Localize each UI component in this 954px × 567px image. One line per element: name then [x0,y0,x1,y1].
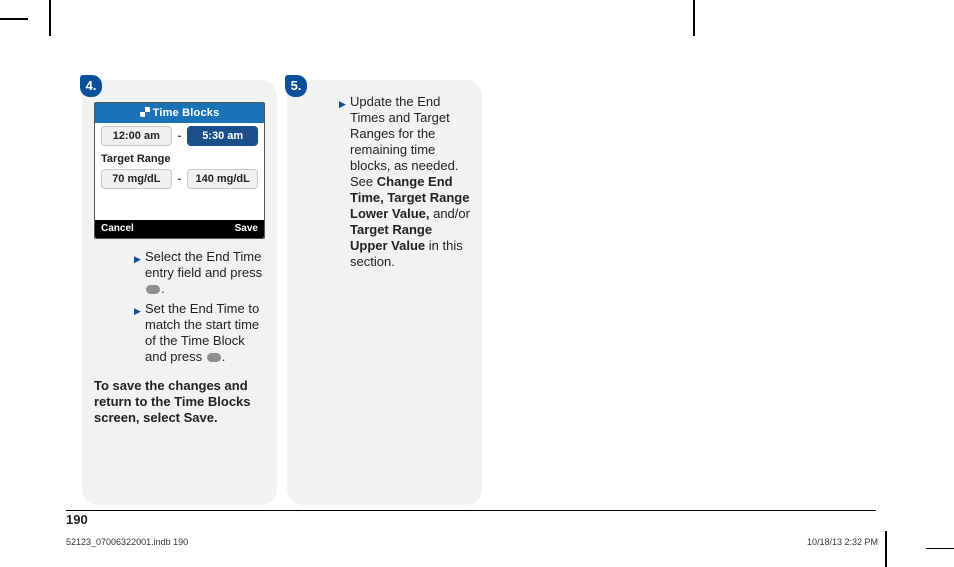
button-icon [146,285,160,294]
range-low-field: 70 mg/dL [101,169,172,189]
device-time-row: 12:00 am - 5:30 am [95,123,264,149]
crop-mark [926,548,954,550]
instruction-text: Set the End Time to match the start time… [145,301,259,364]
device-title: Time Blocks [153,107,220,119]
print-job-line: 52123_07006322001.indb 190 10/18/13 2:32… [66,537,878,547]
range-high-field: 140 mg/dL [187,169,258,189]
job-stamp: 10/18/13 2:32 PM [807,537,878,547]
clock-icon [140,107,150,117]
softkey-save: Save [235,222,258,236]
list-item: Select the End Time entry field and pres… [134,249,265,297]
softkey-cancel: Cancel [101,222,134,236]
save-note: To save the changes and return to the Ti… [94,378,265,426]
crop-mark [49,0,51,36]
step-badge: 4. [80,75,102,97]
job-file: 52123_07006322001.indb 190 [66,537,188,547]
start-time-field: 12:00 am [101,126,172,146]
button-icon [207,353,221,362]
page-footer: 190 [66,513,88,527]
device-screenshot: Time Blocks 12:00 am - 5:30 am Target Ra… [94,102,265,239]
instruction-text: Select the End Time entry field and pres… [145,249,262,280]
target-range-label: Target Range [95,149,264,166]
instruction-list: Select the End Time entry field and pres… [94,249,265,365]
card-row: 4. Time Blocks 12:00 am - 5:30 am Target… [82,80,482,505]
dash: - [178,172,182,186]
crop-mark [885,531,887,567]
instruction-list: Update the End Times and Target Ranges f… [299,94,470,270]
dash: - [178,129,182,143]
footer-rule [66,510,876,511]
device-softkeys: Cancel Save [95,220,264,238]
instruction-text: and/or [429,206,469,221]
page-number: 190 [66,512,88,527]
crop-mark [0,18,28,20]
crop-mark [693,0,695,36]
list-item: Update the End Times and Target Ranges f… [339,94,470,270]
instruction-strong: Target Range Upper Value [350,222,432,253]
device-range-row: 70 mg/dL - 140 mg/dL [95,166,264,192]
list-item: Set the End Time to match the start time… [134,301,265,365]
step-card-4: 4. Time Blocks 12:00 am - 5:30 am Target… [82,80,277,505]
device-titlebar: Time Blocks [95,103,264,123]
step-badge: 5. [285,75,307,97]
end-time-field: 5:30 am [187,126,258,146]
step-card-5: 5. Update the End Times and Target Range… [287,80,482,505]
